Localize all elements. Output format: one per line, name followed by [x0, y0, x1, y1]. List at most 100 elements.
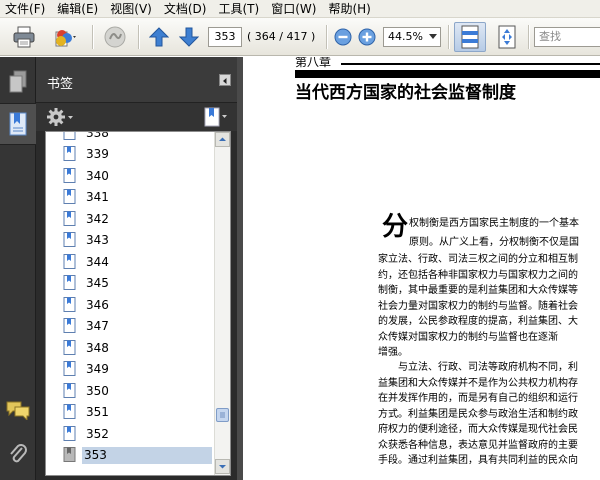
bookmark-label: 342: [86, 211, 109, 226]
pages-icon: [9, 70, 27, 93]
zoom-select[interactable]: 44.5%: [383, 27, 441, 47]
bookmark-label: 348: [86, 340, 109, 355]
bookmark-page-icon: [63, 425, 76, 441]
create-pdf-icon: [55, 30, 76, 47]
chapter-title: 当代西方国家的社会监督制度: [295, 83, 516, 103]
scroll-up-button[interactable]: [215, 132, 230, 147]
next-page-button[interactable]: [178, 24, 200, 50]
bookmark-page-icon: [63, 167, 76, 183]
comments-icon: [6, 401, 30, 420]
bookmark-label: 338: [86, 131, 109, 140]
search-input[interactable]: 查找: [534, 27, 600, 47]
bookmark-item[interactable]: 352: [46, 423, 214, 444]
bookmark-item[interactable]: 344: [46, 251, 214, 272]
pages-panel-button[interactable]: [0, 61, 36, 103]
sign-button[interactable]: [100, 24, 130, 50]
collapse-icon: [223, 78, 227, 84]
pdf-reader-window: 文件(F) 编辑(E) 视图(V) 文档(D) 工具(T) 窗口(W) 帮助(H…: [0, 0, 600, 480]
create-pdf-button[interactable]: [46, 24, 86, 50]
bookmark-page-icon: [63, 339, 76, 355]
menu-document[interactable]: 文档(D): [159, 0, 214, 18]
scroll-up-icon: [219, 137, 226, 141]
fit-page-icon: [498, 25, 516, 49]
page-count-label: ( 364 / 417 ): [247, 30, 316, 43]
bookmark-label: 352: [86, 426, 109, 441]
bookmark-item[interactable]: 349: [46, 358, 214, 379]
menu-file[interactable]: 文件(F): [0, 0, 52, 18]
fit-width-icon: [461, 25, 479, 49]
bookmark-item[interactable]: 346: [46, 294, 214, 315]
zoom-in-button[interactable]: [357, 24, 377, 50]
bookmark-page-icon: [63, 404, 76, 419]
bookmark-item[interactable]: 339: [46, 143, 214, 164]
document-view[interactable]: 第八章 当代西方国家的社会监督制度 分 权制衡是西方国家民主制度的一个基本 原则…: [243, 57, 600, 480]
bookmark-page-icon: [63, 275, 76, 290]
bookmark-label: 347: [86, 319, 109, 333]
bookmark-label: 346: [86, 297, 109, 312]
fit-width-button[interactable]: [454, 22, 486, 52]
scroll-down-button[interactable]: [215, 459, 230, 474]
bookmark-item[interactable]: 341: [46, 186, 214, 207]
text-line: 益集团和大众传媒并不是作为公共权力机构存: [378, 377, 578, 389]
navigation-panel: [0, 57, 36, 480]
bookmark-item[interactable]: 342: [46, 208, 214, 229]
text-line: 在并发挥作用的，而是另有自己的组织和运行: [378, 393, 578, 404]
text-line: 社会力量对国家权力的制约与监督。随着社会: [378, 300, 578, 312]
bookmark-page-icon: [63, 361, 76, 376]
bookmark-item[interactable]: 351: [46, 401, 214, 422]
bookmark-item[interactable]: 350: [46, 380, 214, 401]
menu-window[interactable]: 窗口(W): [266, 0, 323, 18]
chevron-down-icon: [429, 34, 437, 39]
bookmark-item-partial[interactable]: 338: [46, 131, 214, 143]
bookmark-page-icon: [63, 146, 76, 161]
bookmark-page-icon: [63, 210, 76, 226]
bookmark-label: 353: [82, 447, 212, 464]
zoom-out-button[interactable]: [333, 24, 353, 50]
first-paragraph-head: 权制衡是西方国家民主制度的一个基本 原则。从广义上看，分权制衡不仅是国: [409, 214, 600, 252]
collapse-panel-button[interactable]: [219, 74, 231, 86]
bookmark-list: 338 339 340 341 342 343 344 345 346 347 348 349 350…: [45, 131, 231, 476]
arrow-down-icon: [179, 27, 199, 47]
menu-tools[interactable]: 工具(T): [213, 0, 266, 18]
bookmark-page-icon: [63, 189, 76, 204]
gear-icon: [47, 108, 73, 126]
bookmark-item-selected[interactable]: 353: [46, 444, 214, 465]
menu-bar: 文件(F) 编辑(E) 视图(V) 文档(D) 工具(T) 窗口(W) 帮助(H…: [0, 0, 600, 18]
printer-icon: [13, 26, 35, 48]
menu-edit[interactable]: 编辑(E): [52, 0, 105, 18]
bookmark-item[interactable]: 343: [46, 229, 214, 250]
page-number-input[interactable]: 353: [208, 27, 242, 47]
bookmark-item[interactable]: 345: [46, 272, 214, 293]
text-line: 众传媒对国家权力的制约与监督也在逐渐: [378, 331, 558, 343]
plus-icon: [358, 28, 376, 46]
text-line: 家立法、行政、司法三权之间的分立和相互制: [378, 254, 578, 265]
bookmark-item[interactable]: 340: [46, 165, 214, 186]
bookmark-item[interactable]: 347: [46, 315, 214, 336]
text-line: 权制衡是西方国家民主制度的一个基本: [409, 218, 579, 229]
text-line: 手段。通过利益集团，具有共同利益的民众向: [378, 455, 578, 466]
text-line: 约，还包括各种非国家权力与国家权力之间的: [378, 269, 578, 281]
options-menu-button[interactable]: [47, 107, 75, 127]
attachments-panel-button[interactable]: [0, 433, 36, 475]
menu-view[interactable]: 视图(V): [105, 0, 159, 18]
new-bookmark-button[interactable]: [203, 107, 229, 127]
text-line: 制衡，其中最重要的是利益集团和大众传媒等: [378, 285, 578, 296]
bookmark-label: 350: [86, 383, 109, 398]
bookmarks-title: 书签: [47, 77, 74, 92]
text-line: 方式。利益集团是民众参与政治生活和制约政: [378, 408, 578, 420]
menu-help[interactable]: 帮助(H): [323, 0, 377, 18]
bookmarks-toolbar: [36, 103, 237, 131]
minus-icon: [334, 28, 352, 46]
bookmarks-panel-button[interactable]: [0, 103, 36, 145]
previous-page-button[interactable]: [148, 24, 170, 50]
chapter-heading: 第八章: [295, 57, 332, 69]
bookmark-label: 351: [86, 405, 109, 419]
text-line: 与立法、行政、司法等政府机构不同，利: [398, 362, 578, 373]
bookmark-item[interactable]: 348: [46, 337, 214, 358]
comments-panel-button[interactable]: [0, 389, 36, 431]
fit-page-button[interactable]: [492, 24, 522, 50]
bookmark-scrollbar[interactable]: [214, 132, 230, 475]
scroll-thumb[interactable]: [216, 408, 229, 422]
bookmark-label: 349: [86, 362, 109, 376]
print-button[interactable]: [10, 24, 38, 50]
